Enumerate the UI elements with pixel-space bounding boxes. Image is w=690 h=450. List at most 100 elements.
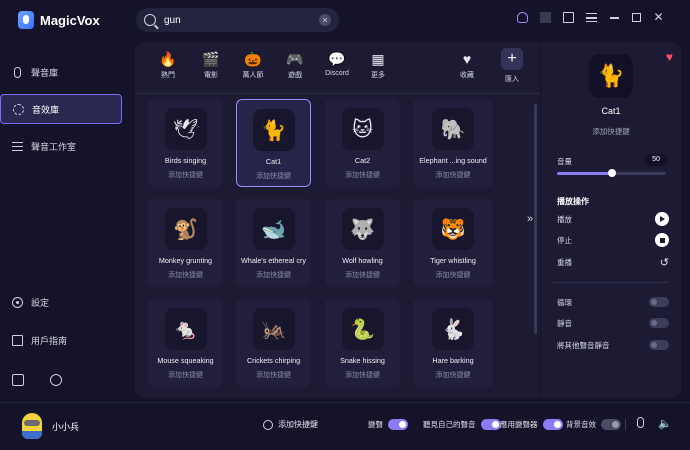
add-hotkey-link[interactable]: 添加快捷鍵 [413, 170, 493, 180]
add-hotkey-link[interactable]: 添加快捷鍵 [148, 170, 223, 180]
volume-slider-handle[interactable] [607, 169, 616, 177]
hear-self-toggle[interactable] [480, 419, 501, 430]
background-effect-toggle[interactable] [601, 419, 621, 430]
add-hotkey-link[interactable]: 添加快捷鍵 [237, 171, 310, 181]
sound-name: Tiger whistling [430, 256, 476, 265]
loop-toggle[interactable] [649, 297, 669, 307]
heart-icon: ♥ [462, 51, 472, 67]
sidebar-item-voice-studio[interactable]: 聲音工作室 [0, 131, 122, 161]
add-hotkey-label: 添加快捷鍵 [278, 420, 318, 429]
detail-add-hotkey-link[interactable]: 添加快捷鍵 [541, 126, 681, 137]
import-label: 匯入 [505, 76, 519, 83]
mute-others-row: 將其他聲音靜音 [557, 338, 669, 352]
search-input[interactable] [164, 14, 311, 26]
sound-thumbnail: 🐘 [432, 108, 474, 150]
maximize-icon[interactable] [632, 13, 641, 22]
window-controls: ✕ [517, 11, 664, 23]
sound-name: Crickets chirping [246, 356, 301, 365]
mute-others-label: 將其他聲音靜音 [557, 340, 610, 350]
detail-thumbnail: 🐈 [589, 54, 633, 98]
sound-card[interactable]: 🐘 Elephant ...ing sound 添加快捷鍵 [413, 99, 493, 187]
sound-name: Hare barking [432, 356, 474, 365]
sound-card[interactable]: 🕊 Birds singing 添加快捷鍵 [148, 99, 223, 187]
sound-card[interactable]: 🐁 Mouse squeaking 添加快捷鍵 [148, 299, 223, 387]
sound-name: Elephant ...ing sound [419, 156, 487, 165]
sound-card[interactable]: 🦗 Crickets chirping 添加快捷鍵 [236, 299, 311, 387]
sound-card[interactable]: 🐒 Monkey grunting 添加快捷鍵 [148, 199, 223, 287]
sidebar-item-user-guide[interactable]: 用戶指南 [0, 325, 122, 355]
clear-search-icon[interactable]: × [319, 14, 331, 26]
volume-value[interactable]: 50 [645, 154, 667, 166]
sound-effects-panel: 🔥 熱門 🎬 電影 🎃 萬人節 🎮 遊戲 💬 Discord ▦ 更多 ♥ 收藏 [135, 42, 540, 398]
close-icon[interactable]: ✕ [653, 11, 664, 23]
repeat-icon[interactable]: ↺ [660, 256, 669, 269]
mail-icon[interactable] [563, 12, 574, 23]
add-hotkey-link[interactable]: 添加快捷鍵 [413, 270, 493, 280]
category-games[interactable]: 🎮 遊戲 [275, 48, 315, 80]
stop-row: 停止 [557, 233, 669, 247]
volume-label: 音量 [557, 157, 572, 166]
more-grid-icon: ▦ [371, 51, 385, 67]
mute-others-toggle[interactable] [649, 340, 669, 350]
divider [553, 282, 669, 283]
sound-name: Cat2 [354, 156, 371, 165]
add-hotkey-link[interactable]: 添加快捷鍵 [236, 370, 311, 380]
stop-icon[interactable] [655, 233, 669, 247]
favorite-heart-icon[interactable]: ♥ [666, 50, 673, 64]
avatar[interactable] [22, 413, 42, 439]
add-hotkey-button[interactable]: 添加快捷鍵 [263, 419, 318, 430]
mute-toggle[interactable] [649, 318, 669, 328]
add-hotkey-link[interactable]: 添加快捷鍵 [325, 270, 400, 280]
sound-card[interactable]: 🐺 Wolf howling 添加快捷鍵 [325, 199, 400, 287]
category-label: 電影 [204, 72, 218, 79]
microphone-icon[interactable] [637, 417, 644, 428]
sidebar-item-settings[interactable]: 設定 [0, 287, 122, 317]
add-hotkey-link[interactable]: 添加快捷鍵 [148, 370, 223, 380]
app-title: MagicVox [40, 12, 100, 28]
chat-support-icon[interactable] [50, 374, 62, 386]
add-hotkey-link[interactable]: 添加快捷鍵 [148, 270, 223, 280]
category-hot[interactable]: 🔥 熱門 [148, 48, 188, 80]
minimize-icon[interactable] [609, 12, 620, 23]
user-account-icon[interactable] [517, 12, 528, 23]
category-discord[interactable]: 💬 Discord [317, 48, 357, 77]
sound-card[interactable]: 🐱 Cat2 添加快捷鍵 [325, 99, 400, 187]
speaker-icon[interactable]: 🔈 [658, 417, 672, 430]
sidebar-item-voice-library[interactable]: 聲音庫 [0, 57, 122, 87]
sound-card[interactable]: 🐍 Snake hissing 添加快捷鍵 [325, 299, 400, 387]
sound-name: Snake hissing [340, 356, 385, 365]
sound-card-selected[interactable]: 🐈 Cat1 添加快捷鍵 [236, 99, 311, 187]
sidebar-item-label: 用戶指南 [31, 335, 68, 346]
username: 小小兵 [52, 422, 80, 432]
sound-card[interactable]: 🐯 Tiger whistling 添加快捷鍵 [413, 199, 493, 287]
fire-icon: 🔥 [159, 51, 177, 67]
category-favorites[interactable]: ♥ 收藏 [447, 48, 487, 80]
add-hotkey-link[interactable]: 添加快捷鍵 [236, 270, 311, 280]
add-hotkey-link[interactable]: 添加快捷鍵 [413, 370, 493, 380]
category-halloween[interactable]: 🎃 萬人節 [233, 48, 273, 80]
search-bar[interactable]: × [136, 8, 339, 32]
loop-label: 循環 [557, 297, 572, 307]
sound-card[interactable]: 🐋 Whale's ethereal cry 添加快捷鍵 [236, 199, 311, 287]
play-icon[interactable] [655, 212, 669, 226]
voice-change-toggle[interactable] [388, 419, 408, 430]
detail-title: Cat1 [601, 106, 621, 116]
volume-slider[interactable] [557, 169, 666, 177]
sound-name: Mouse squeaking [157, 356, 214, 365]
add-hotkey-link[interactable]: 添加快捷鍵 [325, 370, 400, 380]
gift-icon[interactable] [12, 374, 24, 386]
scrollbar[interactable] [534, 104, 537, 334]
search-icon [144, 14, 156, 26]
add-hotkey-link[interactable]: 添加快捷鍵 [325, 170, 400, 180]
apply-voice-toggle[interactable] [542, 419, 563, 430]
collapse-panel-icon[interactable]: » [527, 213, 533, 225]
sidebar: 聲音庫 音效庫 聲音工作室 設定 用戶指南 [0, 42, 125, 402]
category-movies[interactable]: 🎬 電影 [191, 48, 231, 80]
sidebar-item-sound-effects[interactable]: 音效庫 [0, 94, 122, 124]
category-label: 萬人節 [242, 72, 264, 79]
import-button[interactable]: + 匯入 [492, 48, 532, 84]
sound-card[interactable]: 🐇 Hare barking 添加快捷鍵 [413, 299, 493, 387]
menu-icon[interactable] [586, 13, 597, 22]
mute-label: 靜音 [557, 318, 572, 328]
category-more[interactable]: ▦ 更多 [358, 48, 398, 80]
